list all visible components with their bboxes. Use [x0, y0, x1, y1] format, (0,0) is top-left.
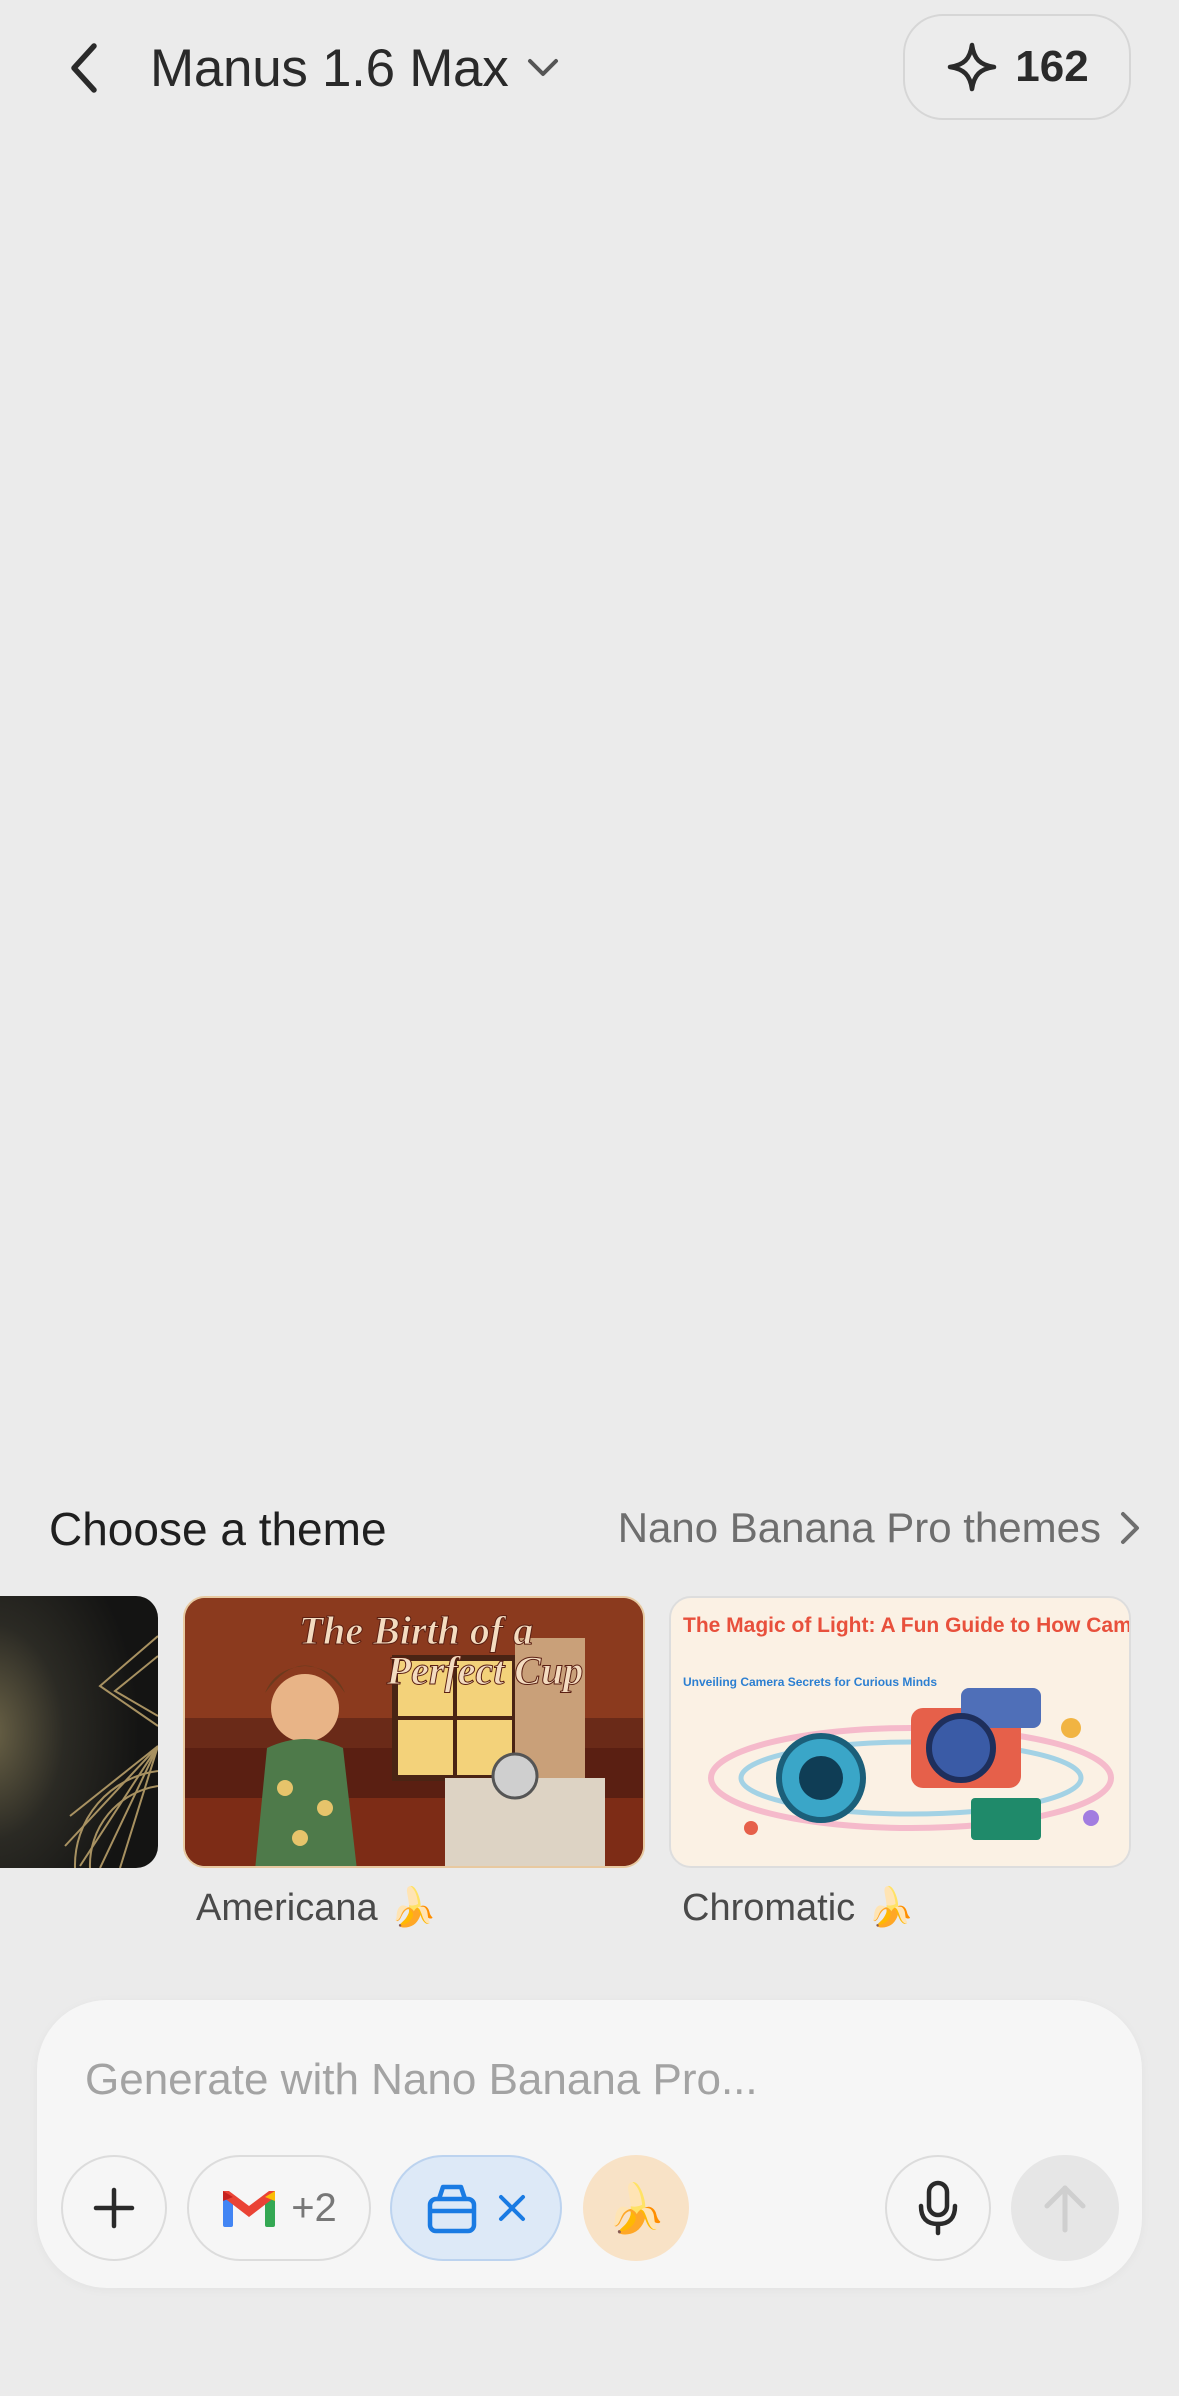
microphone-icon	[918, 2180, 958, 2236]
banana-icon: 🍌	[867, 1887, 915, 1929]
theme-name: Chromatic	[682, 1886, 856, 1929]
americana-image-title-2: Perfect Cup	[386, 1648, 584, 1693]
theme-thumbnail: The Magic of Light: A Fun Guide to How C…	[671, 1598, 1131, 1866]
close-icon[interactable]	[497, 2193, 527, 2223]
theme-card-chromatic[interactable]: The Magic of Light: A Fun Guide to How C…	[669, 1596, 1131, 1868]
theme-card-label-americana: Americana 🍌	[196, 1886, 437, 1930]
banana-icon: 🍌	[389, 1887, 437, 1929]
tools-chip[interactable]	[390, 2155, 562, 2261]
theme-thumbnail: The Birth of a Perfect Cup	[185, 1598, 643, 1866]
nano-banana-mode-button[interactable]: 🍌	[583, 2155, 689, 2261]
credits-button[interactable]: 162	[903, 14, 1131, 120]
send-button[interactable]	[1011, 2155, 1119, 2261]
add-attachment-button[interactable]	[61, 2155, 167, 2261]
prompt-input[interactable]	[85, 2042, 1085, 2118]
voice-input-button[interactable]	[885, 2155, 991, 2261]
plus-icon	[93, 2187, 135, 2229]
connector-count: +2	[291, 2185, 337, 2230]
app-screen: Manus 1.6 Max 162 Choose a theme Nano Ba…	[0, 0, 1179, 2396]
credits-count: 162	[1015, 42, 1089, 91]
top-bar: Manus 1.6 Max 162	[0, 0, 1179, 140]
theme-card-artdeco[interactable]	[0, 1596, 158, 1868]
theme-thumbnail	[0, 1596, 158, 1868]
theme-card-label-chromatic: Chromatic 🍌	[682, 1886, 914, 1930]
theme-name: Americana	[196, 1886, 378, 1929]
americana-image-title-1: The Birth of a	[299, 1608, 533, 1653]
chromatic-image-title: The Magic of Light: A Fun Guide to How C…	[683, 1614, 1131, 1637]
theme-link-label: Nano Banana Pro themes	[617, 1504, 1101, 1551]
nano-banana-themes-link[interactable]: Nano Banana Pro themes	[618, 1504, 1141, 1552]
theme-carousel[interactable]: The Birth of a Perfect Cup Americana 🍌 T…	[0, 1596, 1179, 1936]
model-name: Manus 1.6 Max	[150, 38, 509, 98]
chevron-right-icon	[1121, 1512, 1139, 1544]
chevron-down-icon	[528, 59, 559, 76]
connectors-button[interactable]: +2	[187, 2155, 371, 2261]
arrow-up-icon	[1044, 2185, 1086, 2233]
sparkle-icon	[948, 42, 997, 92]
theme-section-header: Choose a theme Nano Banana Pro themes	[0, 1490, 1179, 1570]
prompt-composer: +2 🍌	[37, 2000, 1142, 2288]
chromatic-image-subtitle: Unveiling Camera Secrets for Curious Min…	[683, 1675, 937, 1689]
banana-icon: 🍌	[606, 2182, 666, 2236]
theme-section-title: Choose a theme	[49, 1503, 387, 1555]
back-button[interactable]	[52, 32, 116, 104]
theme-card-americana[interactable]: The Birth of a Perfect Cup	[183, 1596, 645, 1868]
model-selector[interactable]: Manus 1.6 Max	[150, 30, 560, 106]
toolbox-icon	[427, 2184, 477, 2234]
chevron-left-icon	[71, 43, 97, 93]
gmail-icon	[223, 2191, 276, 2227]
